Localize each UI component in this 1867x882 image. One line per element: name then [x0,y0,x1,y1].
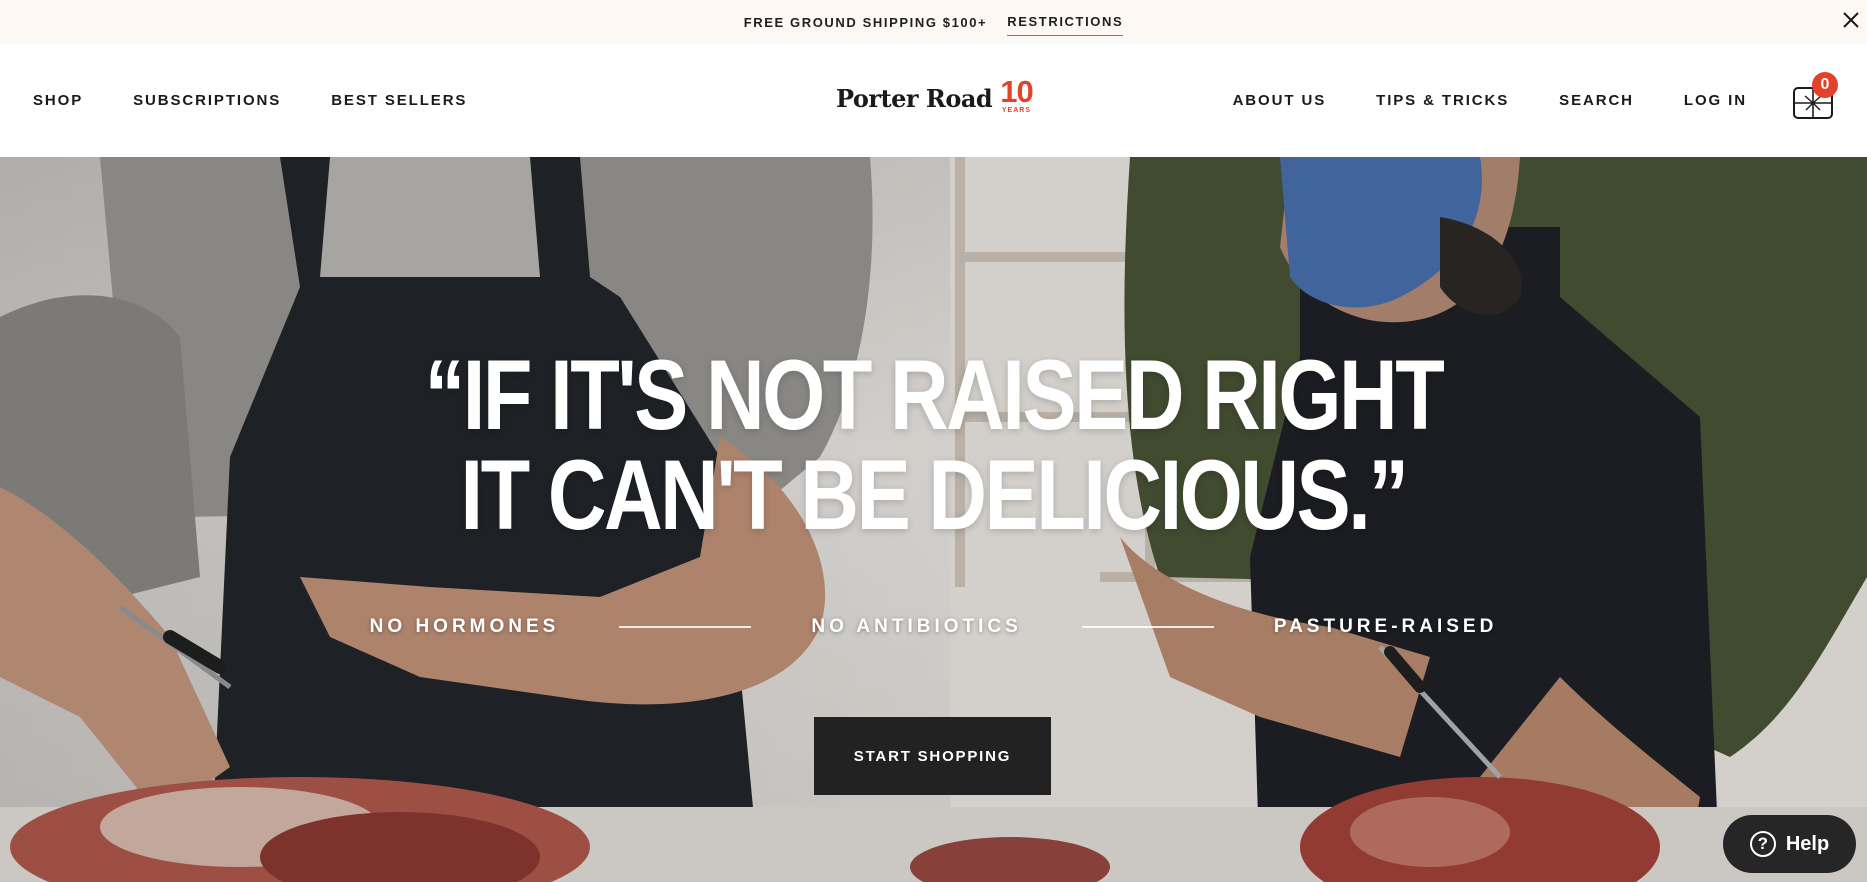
primary-nav-right: ABOUT US TIPS & TRICKS SEARCH LOG IN [1183,44,1747,157]
hero-value-props: NO HORMONES NO ANTIBIOTICS PASTURE-RAISE… [0,616,1867,638]
nav-best-sellers[interactable]: BEST SELLERS [331,92,467,109]
nav-shop[interactable]: SHOP [33,92,83,109]
value-no-hormones: NO HORMONES [369,616,560,637]
help-button[interactable]: ? Help [1723,815,1856,873]
announcement-text: FREE GROUND SHIPPING $100+ [743,14,988,30]
hero-quote-line-2: IT CAN'T BE DELICIOUS.” [460,439,1409,550]
cart-button[interactable]: 0 [1792,72,1842,124]
logo-anniversary-number: 10 [1000,74,1033,109]
close-icon[interactable] [1839,8,1863,32]
help-label: Help [1785,832,1830,855]
logo-anniversary-label: YEARS [1001,107,1031,114]
hero-banner: “IF IT'S NOT RAISED RIGHT IT CAN'T BE DE… [0,157,1867,882]
nav-tips-tricks[interactable]: TIPS & TRICKS [1376,92,1509,109]
nav-search[interactable]: SEARCH [1559,92,1634,109]
restrictions-link[interactable]: RESTRICTIONS [1007,14,1124,36]
logo-anniversary: 10 YEARS [1000,74,1033,114]
nav-subscriptions[interactable]: SUBSCRIPTIONS [133,92,281,109]
primary-nav-left: SHOP SUBSCRIPTIONS BEST SELLERS [33,44,517,157]
hero-quote: “IF IT'S NOT RAISED RIGHT IT CAN'T BE DE… [168,345,1699,545]
logo-wordmark: Porter Road [836,84,993,113]
value-pasture-raised: PASTURE-RAISED [1273,616,1498,637]
value-no-antibiotics: NO ANTIBIOTICS [811,616,1022,637]
start-shopping-button[interactable]: START SHOPPING [814,717,1051,795]
hero-quote-line-1: “IF IT'S NOT RAISED RIGHT [424,339,1445,450]
porter-road-logo[interactable]: Porter Road 10 YEARS [836,70,1034,130]
value-divider [619,626,752,628]
nav-about-us[interactable]: ABOUT US [1233,92,1327,109]
cart-count-badge: 0 [1812,72,1838,98]
nav-log-in[interactable]: LOG IN [1684,92,1747,109]
announcement-bar: FREE GROUND SHIPPING $100+ RESTRICTIONS [0,0,1867,44]
value-divider [1081,626,1214,628]
site-header: SHOP SUBSCRIPTIONS BEST SELLERS Porter R… [0,44,1867,157]
question-circle-icon: ? [1749,831,1776,857]
